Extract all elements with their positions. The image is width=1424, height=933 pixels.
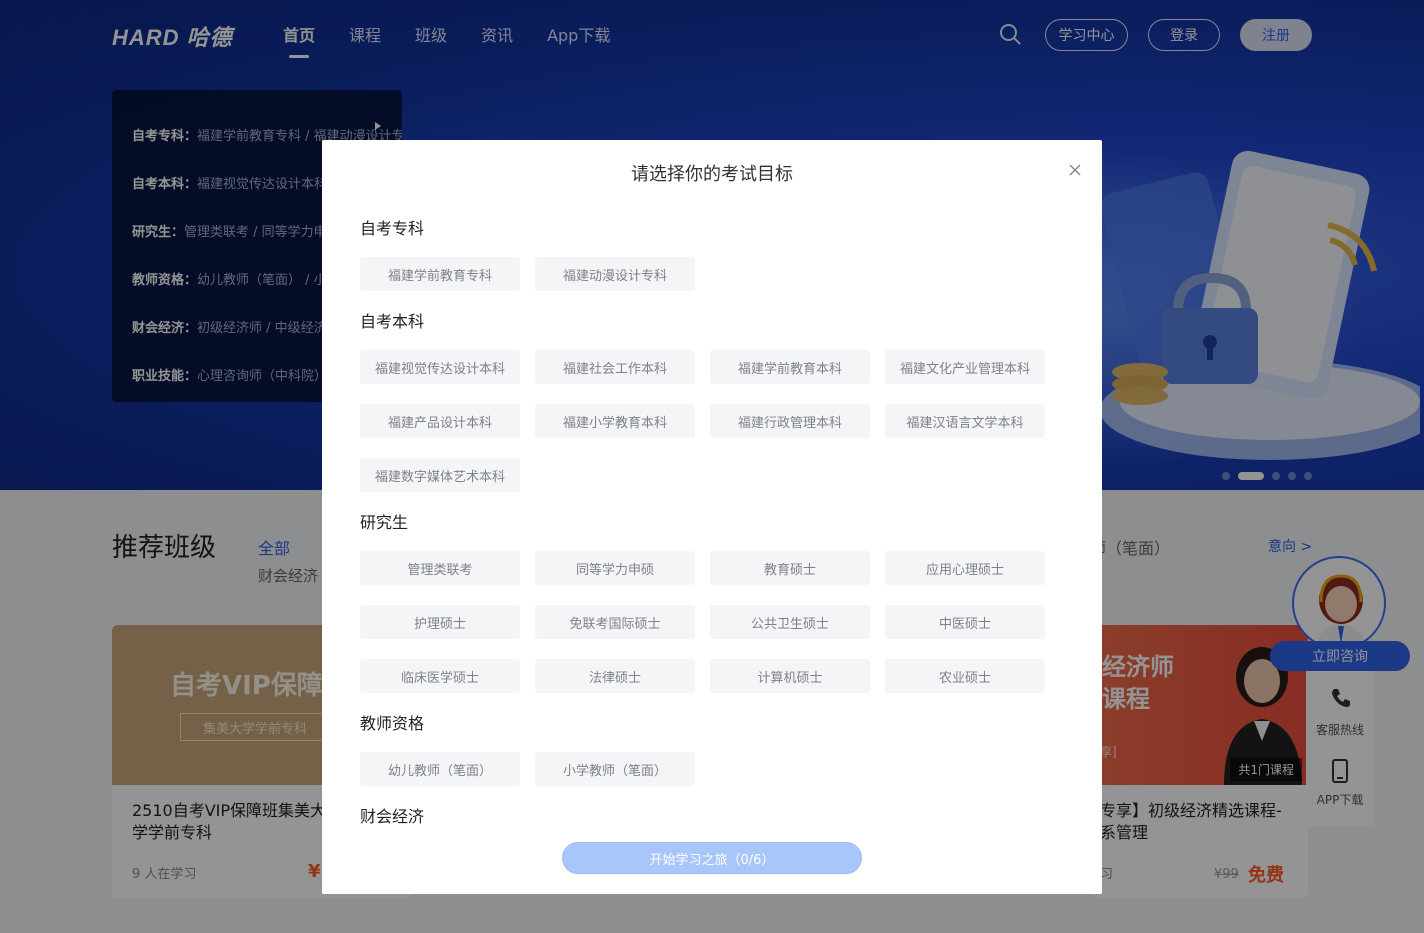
option-grid: 幼儿教师（笔面） 小学教师（笔面） bbox=[360, 752, 1080, 806]
group-title: 自考本科 bbox=[360, 312, 425, 331]
exam-option[interactable]: 管理类联考 bbox=[360, 551, 520, 585]
exam-option[interactable]: 护理硕士 bbox=[360, 605, 520, 639]
group-title: 财会经济 bbox=[360, 807, 425, 826]
option-grid: 福建学前教育专科 福建动漫设计专科 bbox=[360, 257, 1080, 311]
group-title: 教师资格 bbox=[360, 714, 425, 733]
exam-option[interactable]: 中医硕士 bbox=[885, 605, 1045, 639]
exam-group: 自考专科 福建学前教育专科 福建动漫设计专科 bbox=[360, 218, 1080, 311]
option-grid: 福建视觉传达设计本科 福建社会工作本科 福建学前教育本科 福建文化产业管理本科 … bbox=[360, 350, 1080, 512]
exam-group: 教师资格 幼儿教师（笔面） 小学教师（笔面） bbox=[360, 713, 1080, 806]
exam-option[interactable]: 福建数字媒体艺术本科 bbox=[360, 458, 520, 492]
exam-option[interactable]: 福建汉语言文学本科 bbox=[885, 404, 1045, 438]
exam-option[interactable]: 福建视觉传达设计本科 bbox=[360, 350, 520, 384]
exam-group: 自考本科 福建视觉传达设计本科 福建社会工作本科 福建学前教育本科 福建文化产业… bbox=[360, 311, 1080, 512]
option-grid: 管理类联考 同等学力申硕 教育硕士 应用心理硕士 护理硕士 免联考国际硕士 公共… bbox=[360, 551, 1080, 713]
group-title: 自考专科 bbox=[360, 219, 425, 238]
exam-option[interactable]: 福建学前教育专科 bbox=[360, 257, 520, 291]
close-icon[interactable] bbox=[1067, 162, 1083, 178]
start-learning-button[interactable]: 开始学习之旅（0/6） bbox=[562, 842, 862, 874]
group-title: 研究生 bbox=[360, 513, 409, 532]
exam-group: 研究生 管理类联考 同等学力申硕 教育硕士 应用心理硕士 护理硕士 免联考国际硕… bbox=[360, 512, 1080, 713]
exam-option[interactable]: 福建社会工作本科 bbox=[535, 350, 695, 384]
exam-option[interactable]: 福建学前教育本科 bbox=[710, 350, 870, 384]
exam-option[interactable]: 免联考国际硕士 bbox=[535, 605, 695, 639]
modal-options-list[interactable]: 自考专科 福建学前教育专科 福建动漫设计专科 自考本科 福建视觉传达设计本科 福… bbox=[360, 218, 1080, 830]
exam-option[interactable]: 临床医学硕士 bbox=[360, 659, 520, 693]
exam-option[interactable]: 福建产品设计本科 bbox=[360, 404, 520, 438]
exam-option[interactable]: 农业硕士 bbox=[885, 659, 1045, 693]
exam-option[interactable]: 福建小学教育本科 bbox=[535, 404, 695, 438]
exam-option[interactable]: 福建动漫设计专科 bbox=[535, 257, 695, 291]
exam-option[interactable]: 计算机硕士 bbox=[710, 659, 870, 693]
exam-group: 财会经济 bbox=[360, 806, 1080, 828]
exam-goal-modal: 请选择你的考试目标 自考专科 福建学前教育专科 福建动漫设计专科 自考本科 福建… bbox=[322, 140, 1102, 894]
exam-option[interactable]: 法律硕士 bbox=[535, 659, 695, 693]
exam-option[interactable]: 应用心理硕士 bbox=[885, 551, 1045, 585]
exam-option[interactable]: 教育硕士 bbox=[710, 551, 870, 585]
exam-option[interactable]: 福建行政管理本科 bbox=[710, 404, 870, 438]
modal-title: 请选择你的考试目标 bbox=[631, 164, 793, 185]
exam-option[interactable]: 幼儿教师（笔面） bbox=[360, 752, 520, 786]
exam-option[interactable]: 福建文化产业管理本科 bbox=[885, 350, 1045, 384]
exam-option[interactable]: 公共卫生硕士 bbox=[710, 605, 870, 639]
exam-option[interactable]: 同等学力申硕 bbox=[535, 551, 695, 585]
exam-option[interactable]: 小学教师（笔面） bbox=[535, 752, 695, 786]
